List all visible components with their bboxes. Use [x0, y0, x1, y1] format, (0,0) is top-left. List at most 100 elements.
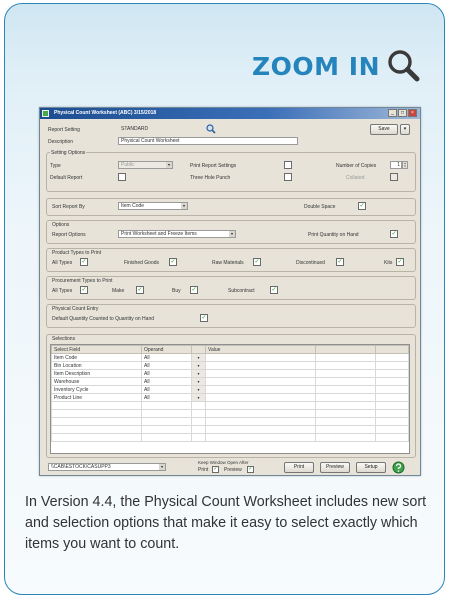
operand-dropdown[interactable]: ▾ — [191, 361, 206, 370]
preview-button[interactable]: Preview — [320, 462, 350, 473]
type-select[interactable]: Public ▾ — [118, 161, 173, 169]
product-type-checkbox[interactable]: ✓ — [396, 258, 404, 266]
feature-card: ZOOM IN Physical Count Worksheet (ABC) 3… — [4, 3, 445, 595]
default-report-label: Default Report — [50, 175, 83, 181]
procurement-type-label: Buy — [172, 288, 181, 294]
procurement-type-checkbox[interactable]: ✓ — [80, 286, 88, 294]
operand-cell[interactable]: All — [141, 353, 192, 362]
select-field-cell: Bin Location — [51, 361, 142, 370]
operand-cell[interactable]: All — [141, 377, 192, 386]
save-options-button[interactable]: ▾ — [400, 124, 410, 135]
magnifier-icon — [388, 50, 420, 82]
maximize-button[interactable]: □ — [398, 109, 407, 117]
sort-report-by-select[interactable]: Item Code ▾ — [118, 202, 188, 210]
value-cell[interactable] — [205, 393, 316, 402]
product-type-label: Discontinued — [296, 260, 325, 266]
report-setting-field[interactable]: STANDARD — [118, 125, 200, 133]
printer-select[interactable]: \\CAB\ESTOCK\CASUPP3 ▾ — [48, 463, 166, 471]
help-icon[interactable] — [392, 461, 405, 474]
print-quantity-label: Print Quantity on Hand — [308, 232, 359, 238]
operand-dropdown[interactable]: ▾ — [191, 393, 206, 402]
setup-button[interactable]: Setup — [356, 462, 386, 473]
product-type-label: All Types — [52, 260, 73, 266]
physical-count-window: Physical Count Worksheet (ABC) 3/15/2018… — [39, 107, 421, 476]
table-row[interactable]: Bin Location All ▾ — [51, 361, 409, 370]
zoom-in-label: ZOOM IN — [252, 51, 380, 81]
column-header[interactable]: Select Field — [51, 345, 142, 354]
close-button[interactable]: × — [408, 109, 417, 117]
copies-spinner[interactable]: ▴ ▾ — [402, 161, 408, 169]
count-entry-title: Physical Count Entry — [52, 306, 99, 312]
collated-label: Collated — [346, 175, 365, 181]
print-report-settings-checkbox[interactable] — [284, 161, 292, 169]
select-field-cell: Inventory Cycle — [51, 385, 142, 394]
procurement-type-checkbox[interactable]: ✓ — [190, 286, 198, 294]
select-field-cell: Item Code — [51, 353, 142, 362]
three-hole-punch-label: Three Hole Punch — [190, 175, 231, 181]
selections-grid: Select Field Operand Value Item Code All… — [50, 344, 410, 454]
table-row[interactable]: Warehouse All ▾ — [51, 377, 409, 386]
product-type-label: Finished Goods — [124, 260, 160, 266]
double-space-label: Double Space — [304, 204, 336, 210]
column-header[interactable]: Operand — [141, 345, 192, 354]
window-titlebar: Physical Count Worksheet (ABC) 3/15/2018 — [40, 108, 420, 119]
number-of-copies-input[interactable]: 1 — [390, 161, 402, 169]
default-quantity-checkbox[interactable]: ✓ — [200, 314, 208, 322]
keep-preview-checkbox[interactable]: ✓ — [247, 466, 254, 473]
procurement-type-label: Make — [112, 288, 125, 294]
table-row[interactable]: Product Line All ▾ — [51, 393, 409, 402]
value-cell[interactable] — [205, 385, 316, 394]
select-field-cell: Item Description — [51, 369, 142, 378]
operand-dropdown[interactable]: ▾ — [191, 385, 206, 394]
operand-dropdown[interactable]: ▾ — [191, 369, 206, 378]
operand-dropdown[interactable]: ▾ — [191, 353, 206, 362]
keep-print-label: Print — [198, 467, 209, 473]
report-options-select[interactable]: Print Worksheet and Freeze Items ▾ — [118, 230, 236, 238]
procurement-type-label: All Types — [52, 288, 73, 294]
procurement-type-checkbox[interactable]: ✓ — [136, 286, 144, 294]
keep-print-checkbox[interactable]: ✓ — [212, 466, 219, 473]
select-field-cell: Warehouse — [51, 377, 142, 386]
print-button[interactable]: Print — [284, 462, 314, 473]
operand-dropdown[interactable]: ▾ — [191, 377, 206, 386]
collated-checkbox[interactable] — [390, 173, 398, 181]
default-quantity-label: Default Quantity Counted to Quantity on … — [52, 316, 155, 322]
product-type-checkbox[interactable]: ✓ — [169, 258, 177, 266]
product-types-title: Product Types to Print — [52, 250, 102, 256]
double-space-checkbox[interactable]: ✓ — [358, 202, 366, 210]
procurement-type-checkbox[interactable]: ✓ — [270, 286, 278, 294]
value-cell[interactable] — [205, 353, 316, 362]
description-input[interactable]: Physical Count Worksheet — [118, 137, 298, 145]
value-cell[interactable] — [205, 361, 316, 370]
value-cell[interactable] — [205, 377, 316, 386]
print-report-settings-label: Print Report Settings — [190, 163, 237, 169]
options-title: Options — [52, 222, 70, 228]
setting-options-group — [46, 152, 416, 192]
product-type-checkbox[interactable]: ✓ — [80, 258, 88, 266]
window-title: Physical Count Worksheet (ABC) 3/15/2018 — [54, 110, 157, 116]
product-type-checkbox[interactable]: ✓ — [336, 258, 344, 266]
product-type-label: Kits — [384, 260, 393, 266]
print-quantity-checkbox[interactable]: ✓ — [390, 230, 398, 238]
operand-cell[interactable]: All — [141, 393, 192, 402]
minimize-button[interactable]: _ — [388, 109, 397, 117]
table-row[interactable]: Item Code All ▾ — [51, 353, 409, 362]
value-cell[interactable] — [205, 369, 316, 378]
table-row[interactable]: Item Description All ▾ — [51, 369, 409, 378]
operand-cell[interactable]: All — [141, 385, 192, 394]
three-hole-punch-checkbox[interactable] — [284, 173, 292, 181]
operand-cell[interactable]: All — [141, 361, 192, 370]
setting-options-title: Setting Options — [50, 150, 87, 156]
column-header[interactable]: Value — [205, 345, 316, 354]
lookup-icon[interactable] — [206, 124, 216, 134]
default-report-checkbox[interactable] — [118, 173, 126, 181]
caption-text: In Version 4.4, the Physical Count Works… — [25, 494, 427, 552]
save-button[interactable]: Save — [370, 124, 398, 135]
report-options-label: Report Options — [52, 232, 86, 238]
operand-cell[interactable]: All — [141, 369, 192, 378]
select-field-cell: Product Line — [51, 393, 142, 402]
keep-preview-label: Preview — [224, 467, 242, 473]
table-row[interactable]: Inventory Cycle All ▾ — [51, 385, 409, 394]
zoom-in-link[interactable]: ZOOM IN — [252, 46, 422, 86]
product-type-checkbox[interactable]: ✓ — [253, 258, 261, 266]
